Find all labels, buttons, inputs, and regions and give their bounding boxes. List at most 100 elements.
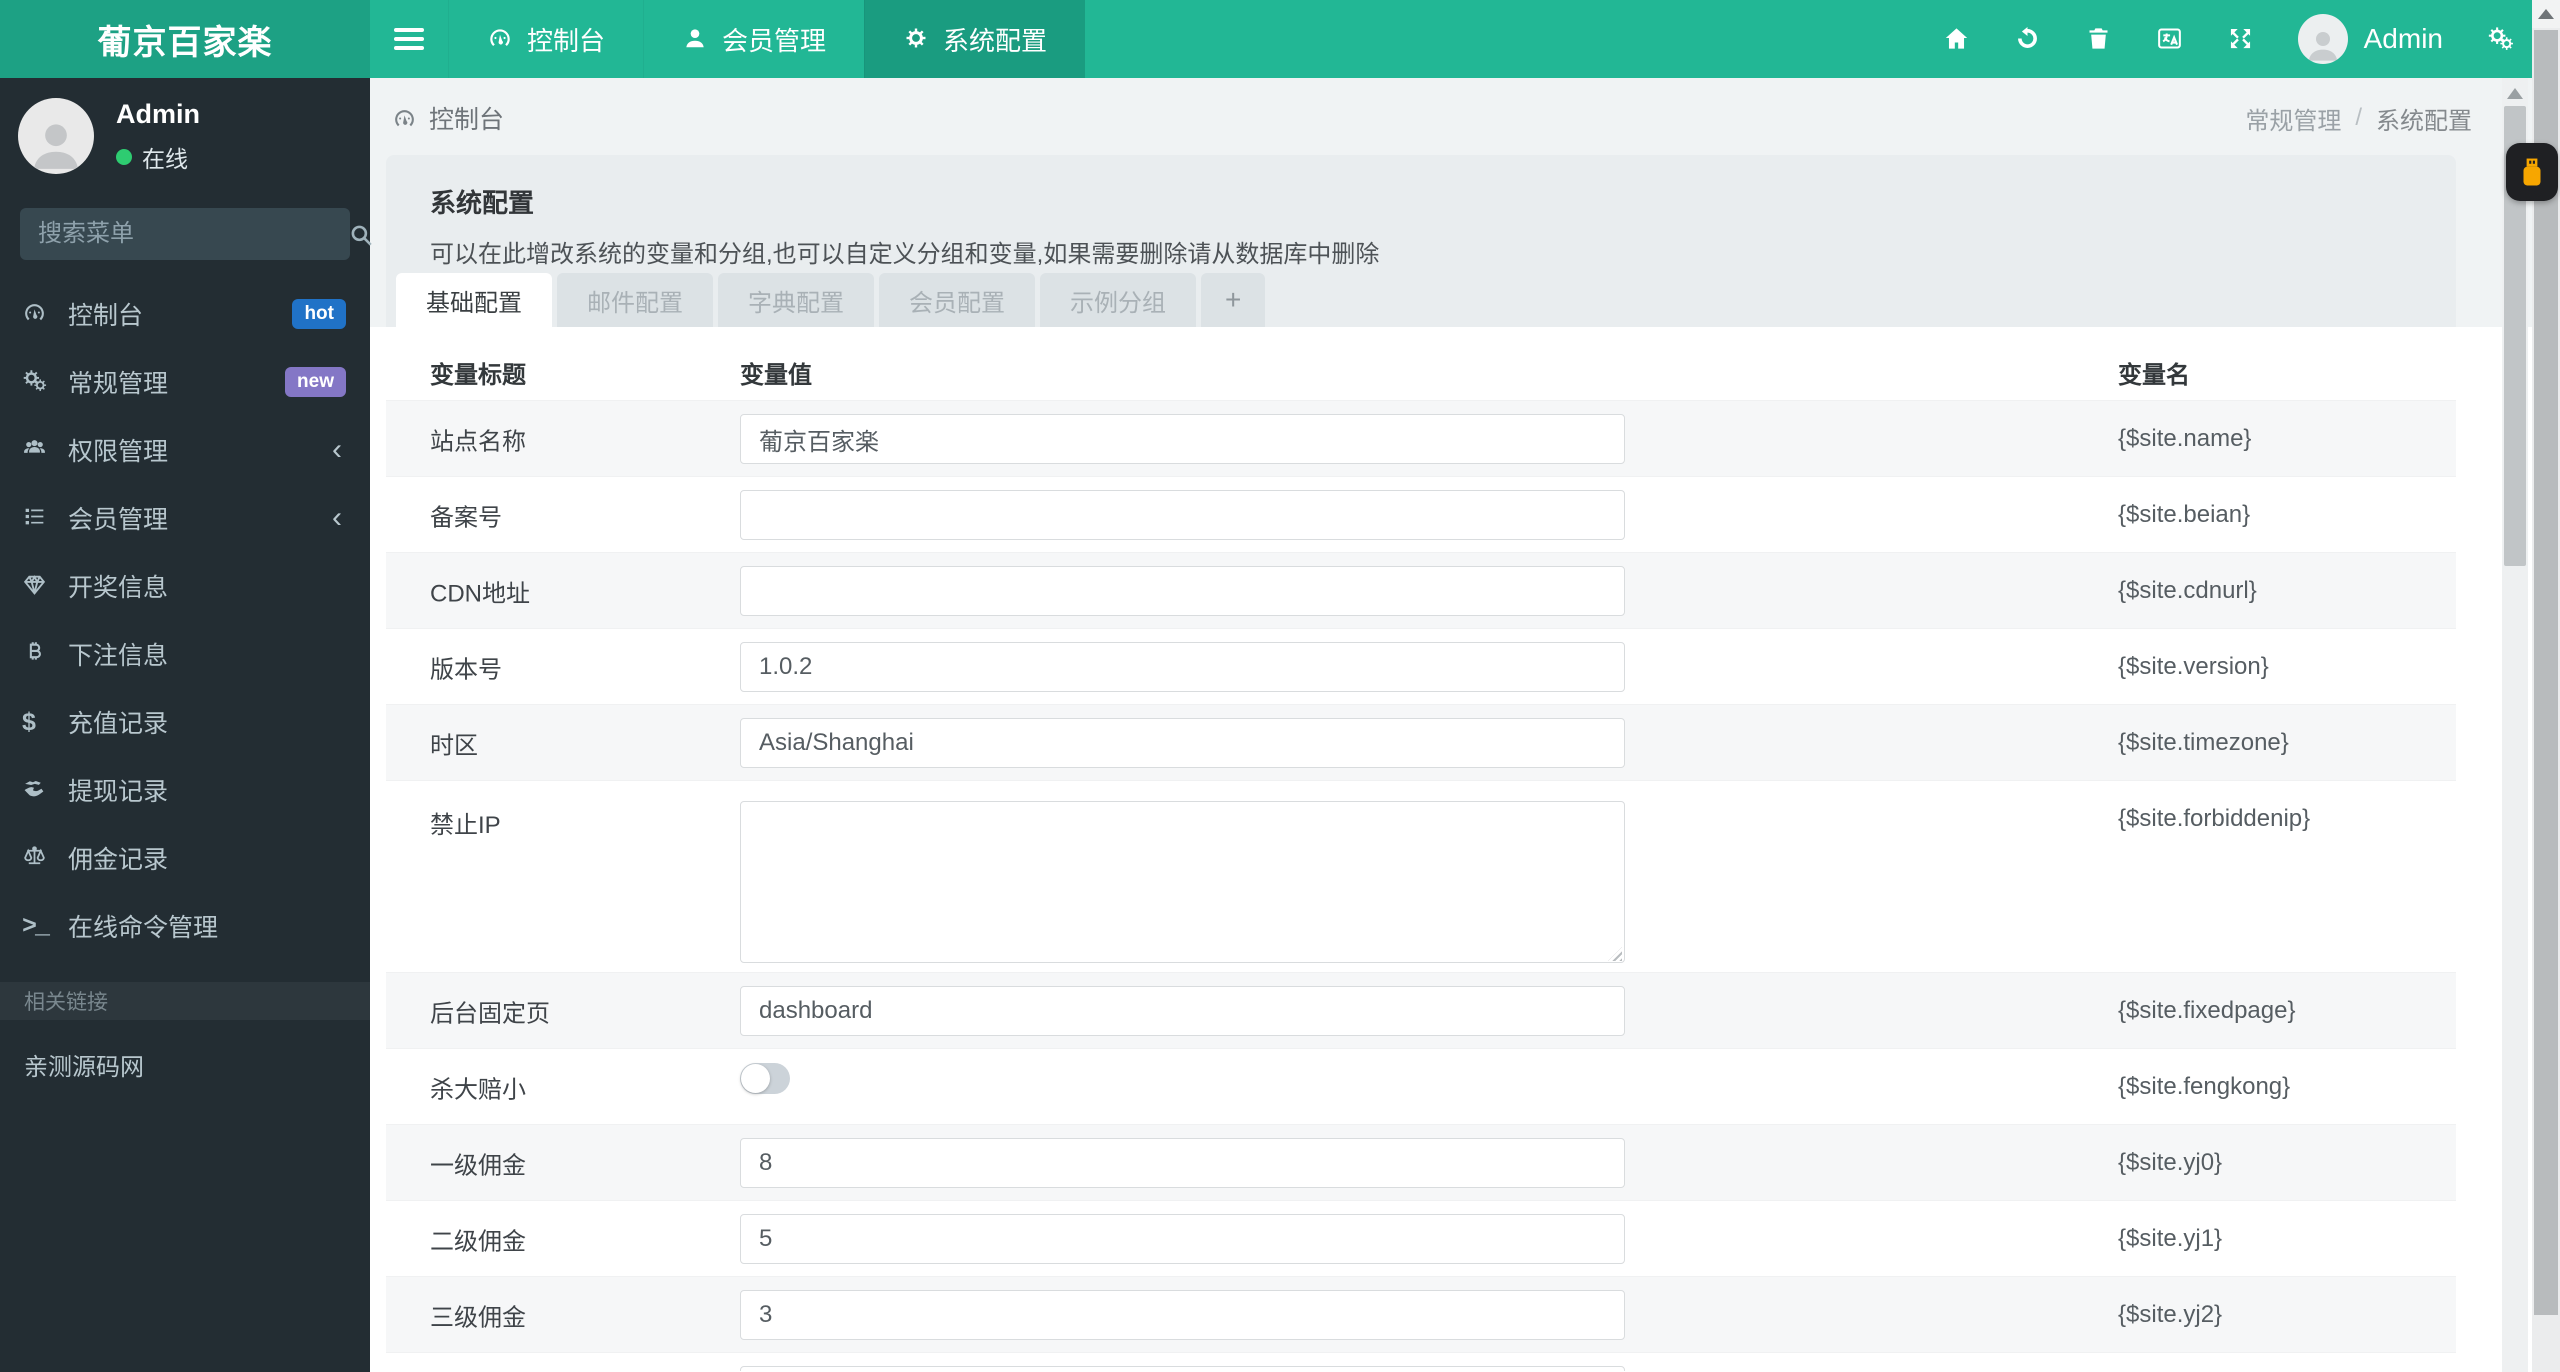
home-icon[interactable] — [1943, 25, 1970, 54]
gears-icon — [22, 368, 68, 397]
config-row: 禁止IP {$site.forbiddenip} — [386, 780, 2456, 972]
hot-badge: hot — [292, 299, 346, 329]
config-row: 二级佣金 {$site.yj1} — [386, 1200, 2456, 1276]
gauge-icon — [22, 300, 68, 329]
variable-title: 一级佣金 — [430, 1152, 526, 1179]
variable-title: 备案号 — [430, 504, 502, 531]
navbar-tab-label: 系统配置 — [943, 25, 1048, 56]
online-status: 在线 — [116, 140, 200, 174]
config-row: CDN地址 {$site.cdnurl} — [386, 552, 2456, 628]
variable-value-input[interactable] — [740, 1290, 1625, 1340]
sidebar-item-label: 佣金记录 — [68, 846, 169, 874]
avatar — [18, 98, 94, 174]
variable-value-textarea[interactable] — [740, 801, 1625, 963]
scrollbar-thumb[interactable] — [2534, 30, 2558, 1315]
scroll-up-arrow-icon[interactable] — [2507, 88, 2523, 99]
config-row: 备案号 {$site.beian} — [386, 476, 2456, 552]
config-tab-3[interactable]: 字典配置 — [718, 273, 874, 327]
config-sheet: 变量标题 变量值 变量名 站点名称 {$site.name} 备案号 {$site.b… — [370, 327, 2532, 1372]
sidebar-item-4[interactable]: 会员管理 ‹ — [0, 484, 370, 552]
variable-value-input[interactable] — [740, 642, 1625, 692]
person-icon — [2308, 32, 2337, 61]
refresh-icon[interactable] — [2014, 25, 2041, 54]
list-icon — [22, 504, 68, 533]
menu-search — [20, 208, 372, 260]
variable-name: {$site.yj0} — [2118, 1148, 2223, 1176]
page-description: 可以在此增改系统的变量和分组,也可以自定义分组和变量,如果需要删除请从数据库中删… — [430, 241, 1380, 268]
gear-icon — [903, 24, 929, 55]
user-icon — [682, 24, 708, 55]
scroll-up-button[interactable] — [2532, 0, 2560, 28]
variable-title: 时区 — [430, 732, 478, 759]
expand-icon[interactable] — [2227, 25, 2254, 54]
config-tab-4[interactable]: 会员配置 — [879, 273, 1035, 327]
variable-name: {$site.name} — [2118, 424, 2252, 452]
sidebar-item-7[interactable]: $ 充值记录 — [0, 688, 370, 756]
variable-value-input[interactable] — [740, 490, 1625, 540]
config-tab-5[interactable]: 示例分组 — [1040, 273, 1196, 327]
table-header-row: 变量标题 变量值 变量名 — [386, 327, 2456, 400]
variable-name: {$site.forbiddenip} — [2118, 805, 2311, 832]
language-icon[interactable] — [2156, 25, 2183, 54]
iframe-scrollbar[interactable] — [2502, 78, 2528, 1372]
sidebar-item-10[interactable]: >_ 在线命令管理 — [0, 892, 370, 960]
variable-name: {$site.fengkong} — [2118, 1072, 2291, 1100]
config-tab-2[interactable]: 邮件配置 — [557, 273, 713, 327]
sidebar: Admin 在线 控制台 hot 常规管理 new 权限管理‹会员管理‹ 开奖信息下注信息… — [0, 78, 372, 1372]
variable-value-input[interactable] — [740, 986, 1625, 1036]
variable-title: CDN地址 — [430, 580, 530, 607]
navbar-tab-label: 控制台 — [527, 25, 606, 56]
navbar-tab-1[interactable]: 控制台 — [448, 0, 643, 78]
sidebar-item-6[interactable]: 下注信息 — [0, 620, 370, 688]
sidebar-username: Admin — [116, 98, 200, 129]
admin-settings-gears-icon[interactable] — [2487, 25, 2514, 54]
toggle-switch-off[interactable] — [740, 1063, 790, 1094]
toggle-knob — [741, 1064, 770, 1093]
variable-value-input[interactable] — [740, 1138, 1625, 1188]
floating-usb-button[interactable] — [2506, 143, 2558, 201]
variable-value-input[interactable] — [740, 1214, 1625, 1264]
config-panel-heading: 系统配置 可以在此增改系统的变量和分组,也可以自定义分组和变量,如果需要删除请从… — [386, 155, 2456, 327]
variable-title: 站点名称 — [430, 428, 526, 455]
navbar-tab-3[interactable]: 系统配置 — [864, 0, 1086, 78]
breadcrumb-left-label: 控制台 — [429, 106, 505, 134]
config-row: 后台固定页 {$site.fixedpage} — [386, 972, 2456, 1048]
variable-name: {$site.cdnurl} — [2118, 576, 2257, 604]
search-input[interactable] — [38, 220, 348, 248]
breadcrumb: 控制台 常规管理 / 系统配置 — [370, 78, 2532, 158]
sidebar-item-5[interactable]: 开奖信息 — [0, 552, 370, 620]
add-group-tab[interactable]: + — [1201, 273, 1266, 327]
sidebar-item-3[interactable]: 权限管理 ‹ — [0, 416, 370, 484]
variable-value-input[interactable] — [740, 566, 1625, 616]
config-row: 站点名称 {$site.name} — [386, 400, 2456, 476]
trash-icon[interactable] — [2085, 25, 2112, 54]
variable-title: 后台固定页 — [430, 1000, 550, 1027]
navbar-toolbar: Admin — [1943, 0, 2514, 78]
config-tab-1[interactable]: 基础配置 — [396, 273, 552, 327]
up-arrow-icon — [2538, 9, 2554, 19]
variable-name: {$site.yj1} — [2118, 1224, 2223, 1252]
variable-title: 杀大赔小 — [430, 1076, 526, 1103]
variable-value-input[interactable] — [740, 718, 1625, 768]
user-menu[interactable]: Admin — [2297, 14, 2443, 64]
window-scrollbar[interactable] — [2532, 0, 2560, 1372]
variable-name: {$site.yj2} — [2118, 1300, 2223, 1328]
config-row: 一级佣金 {$site.yj0} — [386, 1124, 2456, 1200]
variable-value-input[interactable] — [740, 414, 1625, 464]
sidebar-item-label: 开奖信息 — [68, 574, 169, 602]
config-tabs: 基础配置 邮件配置 字典配置 会员配置 示例分组 + — [386, 273, 1270, 327]
sidebar-item-8[interactable]: 提现记录 — [0, 756, 370, 824]
breadcrumb-left[interactable]: 控制台 — [392, 100, 504, 136]
gauge-icon — [392, 106, 417, 131]
navbar-tab-2[interactable]: 会员管理 — [643, 0, 864, 78]
variable-value-input[interactable] — [740, 1366, 1625, 1371]
usb-icon — [2523, 158, 2541, 186]
breadcrumb-parent[interactable]: 常规管理 — [2245, 101, 2341, 136]
sidebar-item-9[interactable]: 佣金记录 — [0, 824, 370, 892]
sidebar-external-link[interactable]: 亲测源码网 — [0, 1034, 370, 1094]
sidebar-item-label: 充值记录 — [68, 710, 169, 738]
sidebar-toggle-button[interactable] — [370, 0, 448, 78]
sidebar-item-2[interactable]: 常规管理 new — [0, 348, 370, 416]
sidebar-item-1[interactable]: 控制台 hot — [0, 280, 370, 348]
column-header-var: 变量名 — [2118, 362, 2190, 389]
